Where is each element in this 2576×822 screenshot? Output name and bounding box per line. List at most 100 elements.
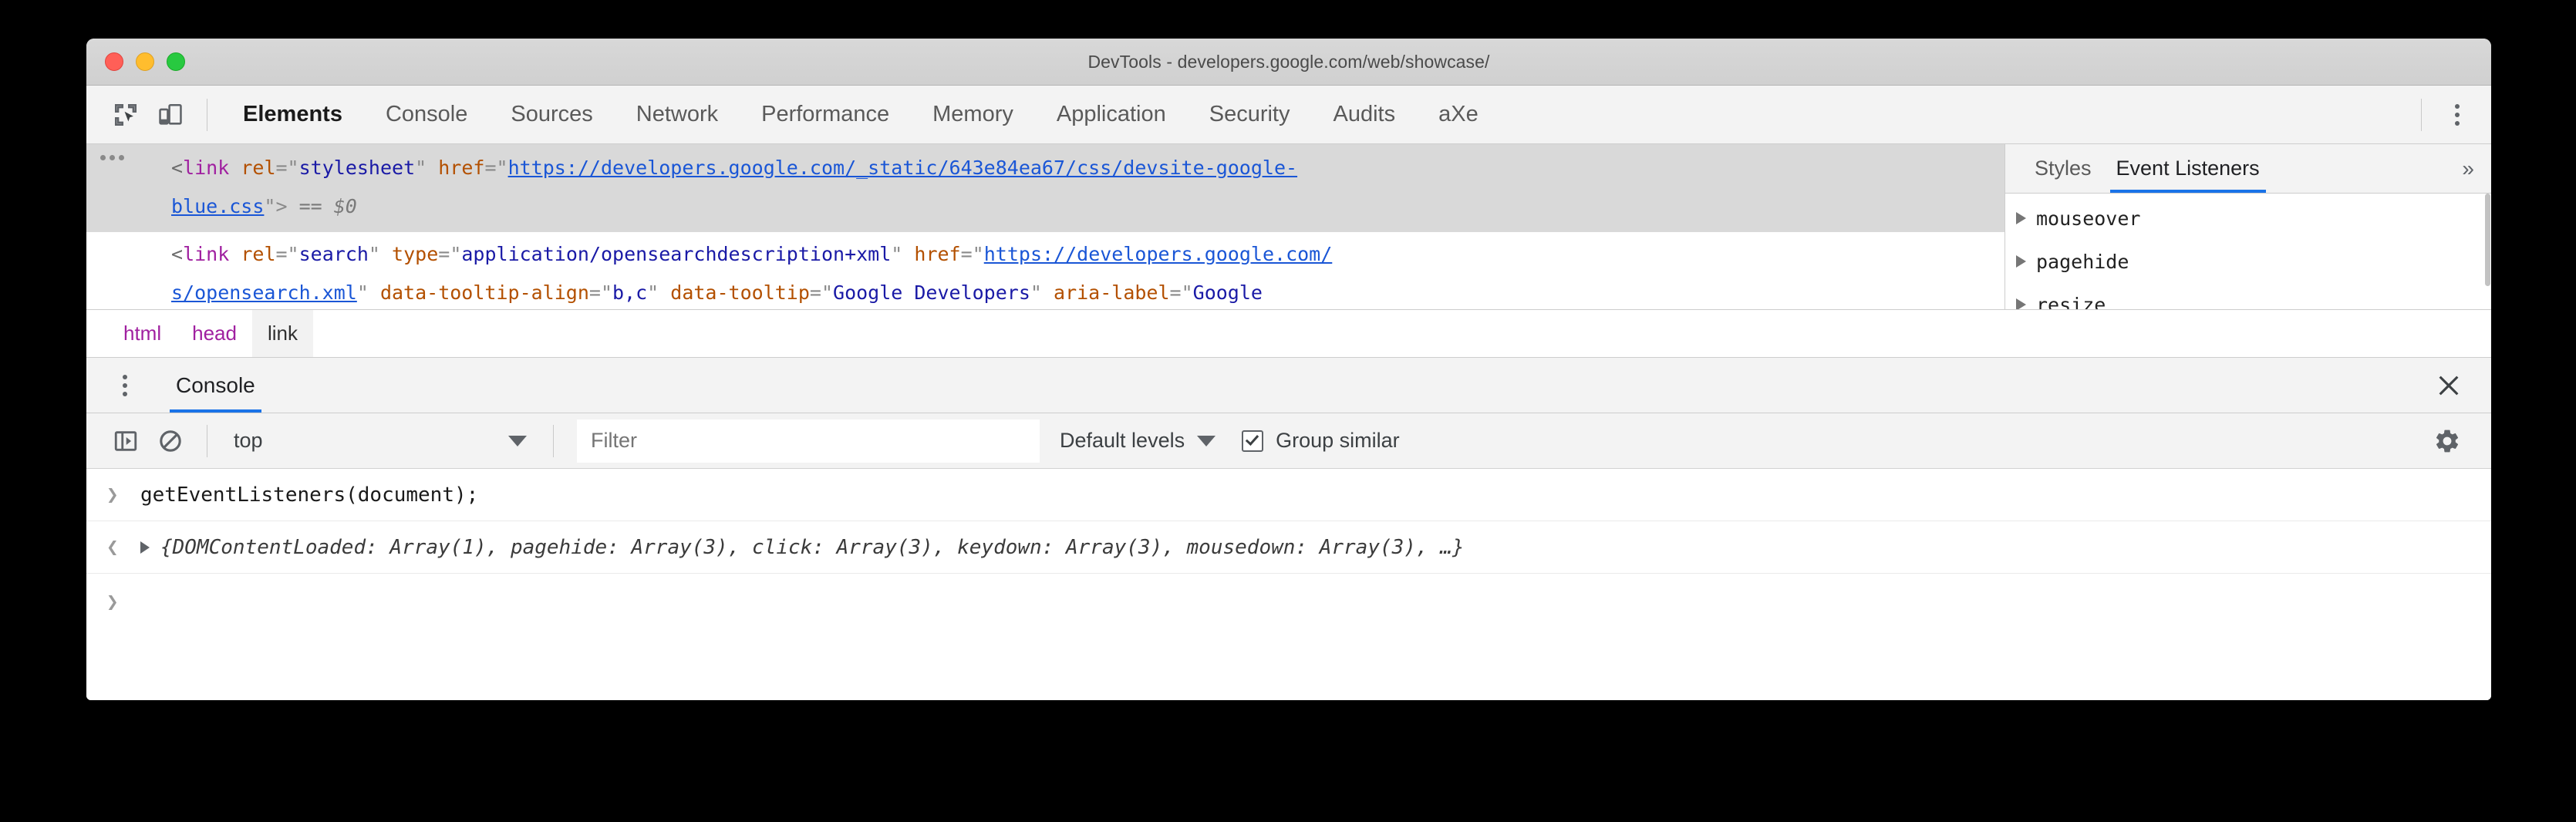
node2-tag-name: link: [183, 243, 229, 265]
breadcrumb-item-link[interactable]: link: [252, 310, 313, 357]
drawer-tab-console[interactable]: Console: [165, 358, 266, 413]
dom-node-link-search[interactable]: <link rel="search" type="application/ope…: [86, 232, 2004, 309]
drawer-kebab-menu-icon[interactable]: [103, 364, 147, 407]
devtools-main-toolbar: Elements Console Sources Network Perform…: [86, 86, 2491, 144]
dom-line-1-cont: blue.css"> == $0: [86, 187, 2004, 226]
node1-open-bracket: <: [171, 157, 183, 179]
scrollbar-thumb[interactable]: [2485, 194, 2490, 286]
elements-sidebar: Styles Event Listeners » mouseover pageh…: [2004, 144, 2491, 309]
node2-attr-href-value-line2[interactable]: s/opensearch.xml: [171, 281, 357, 304]
minimize-window-button[interactable]: [136, 52, 154, 71]
console-result-icon: ❮: [106, 536, 140, 559]
console-toolbar-divider-2: [553, 425, 554, 457]
elements-panel: <link rel="stylesheet" href="https://dev…: [86, 144, 2491, 310]
close-icon[interactable]: [2429, 366, 2468, 405]
sidebar-scrollbar[interactable]: [2483, 194, 2491, 309]
console-prompt-icon: ❯: [106, 483, 140, 507]
filter-input[interactable]: [577, 419, 1040, 463]
more-tabs-chevron-icon[interactable]: »: [2445, 157, 2491, 181]
dom-line-2-cont: s/opensearch.xml" data-tooltip-align="b,…: [86, 274, 2004, 309]
node2-attr-tooltip-align-value: b,c: [612, 281, 647, 304]
listener-row-pagehide[interactable]: pagehide: [2005, 240, 2491, 283]
node1-attr-href-value-line1[interactable]: https://developers.google.com/_static/64…: [508, 157, 1298, 179]
sidebar-tab-event-listeners[interactable]: Event Listeners: [2104, 144, 2272, 193]
tab-elements[interactable]: Elements: [221, 86, 364, 143]
node2-attr-rel-value: search: [299, 243, 369, 265]
expand-triangle-icon[interactable]: [2016, 298, 2026, 309]
breadcrumb-item-html[interactable]: html: [108, 310, 177, 357]
group-similar-toggle[interactable]: Group similar: [1242, 429, 1400, 453]
toolbar-right-group: [2407, 86, 2491, 143]
window-title-bar: DevTools - developers.google.com/web/sho…: [86, 39, 2491, 86]
dom-tree[interactable]: <link rel="stylesheet" href="https://dev…: [86, 144, 2004, 309]
drawer-header: Console: [86, 358, 2491, 413]
tab-axe[interactable]: aXe: [1417, 86, 1500, 143]
console-prompt-icon: ❯: [106, 591, 140, 614]
listener-row-resize[interactable]: resize: [2005, 283, 2491, 309]
inspect-element-icon[interactable]: [103, 93, 148, 137]
device-toolbar-icon[interactable]: [148, 93, 193, 137]
console-output[interactable]: ❯ getEventListeners(document); ❮ {DOMCon…: [86, 469, 2491, 700]
node2-attr-href-value-line1[interactable]: https://developers.google.com/: [984, 243, 1333, 265]
console-message-output: ❮ {DOMContentLoaded: Array(1), pagehide:…: [86, 521, 2491, 574]
traffic-lights: [105, 52, 185, 71]
clear-console-icon[interactable]: [148, 419, 193, 463]
console-levels-label: Default levels: [1060, 429, 1185, 453]
tab-console[interactable]: Console: [364, 86, 489, 143]
node2-open-bracket: <: [171, 243, 183, 265]
gear-icon[interactable]: [2425, 419, 2470, 463]
expand-triangle-icon[interactable]: [2016, 255, 2026, 268]
tab-network[interactable]: Network: [615, 86, 740, 143]
node2-attr-type-name: type: [392, 243, 438, 265]
chevron-down-icon[interactable]: [508, 436, 527, 446]
console-prompt-row[interactable]: ❯: [86, 574, 2491, 631]
listener-row-mouseover[interactable]: mouseover: [2005, 197, 2491, 240]
kebab-menu-icon[interactable]: [2436, 93, 2479, 136]
window-title: DevTools - developers.google.com/web/sho…: [86, 52, 2491, 72]
listener-label: pagehide: [2036, 251, 2129, 273]
chevron-down-icon[interactable]: [1197, 436, 1216, 446]
console-drawer: Console: [86, 358, 2491, 700]
node2-attr-tooltip-value: Google Developers: [833, 281, 1030, 304]
node2-attr-rel-name: rel: [241, 243, 275, 265]
tab-memory[interactable]: Memory: [911, 86, 1035, 143]
node2-attr-type-value: application/opensearchdescription+xml: [461, 243, 891, 265]
close-window-button[interactable]: [105, 52, 123, 71]
console-context-value: top: [234, 429, 263, 453]
devtools-window: DevTools - developers.google.com/web/sho…: [86, 39, 2491, 700]
console-sidebar-icon[interactable]: [103, 419, 148, 463]
node1-selected-marker: == $0: [299, 195, 357, 217]
listener-label: mouseover: [2036, 207, 2140, 230]
console-input-text: getEventListeners(document);: [140, 483, 478, 507]
dom-node-link-stylesheet[interactable]: <link rel="stylesheet" href="https://dev…: [86, 144, 2004, 232]
node2-attr-aria-label-value: Google: [1193, 281, 1263, 304]
event-listeners-list[interactable]: mouseover pagehide resize scroll: [2005, 194, 2491, 309]
tab-performance[interactable]: Performance: [740, 86, 911, 143]
toolbar-divider-right: [2421, 99, 2422, 131]
console-output-text: {DOMContentLoaded: Array(1), pagehide: A…: [160, 536, 1465, 559]
breadcrumb: html head link: [86, 310, 2491, 358]
console-context-select[interactable]: top: [221, 419, 539, 463]
sidebar-tab-styles[interactable]: Styles: [2022, 144, 2104, 193]
tab-audits[interactable]: Audits: [1312, 86, 1418, 143]
dom-line-2: <link rel="search" type="application/ope…: [86, 235, 2004, 274]
node2-attr-tooltip-align-name: data-tooltip-align: [380, 281, 589, 304]
node1-attr-href-value-line2[interactable]: blue.css: [171, 195, 264, 217]
group-similar-checkbox[interactable]: [1242, 430, 1263, 452]
node1-attr-rel-value: stylesheet: [299, 157, 416, 179]
console-toolbar: top Default levels Group similar: [86, 413, 2491, 469]
node2-attr-href-name: href: [914, 243, 960, 265]
node2-attr-aria-label-name: aria-label: [1054, 281, 1170, 304]
expand-triangle-icon[interactable]: [2016, 212, 2026, 224]
node-badge-dots-icon[interactable]: [100, 155, 124, 160]
tab-security[interactable]: Security: [1188, 86, 1312, 143]
tab-application[interactable]: Application: [1035, 86, 1188, 143]
console-message-input: ❯ getEventListeners(document);: [86, 469, 2491, 521]
listener-label: resize: [2036, 294, 2106, 310]
console-levels-select[interactable]: Default levels: [1040, 429, 1236, 453]
expand-object-triangle-icon[interactable]: [140, 541, 150, 554]
tab-sources[interactable]: Sources: [489, 86, 614, 143]
maximize-window-button[interactable]: [167, 52, 185, 71]
breadcrumb-item-head[interactable]: head: [177, 310, 252, 357]
node2-attr-tooltip-name: data-tooltip: [670, 281, 810, 304]
